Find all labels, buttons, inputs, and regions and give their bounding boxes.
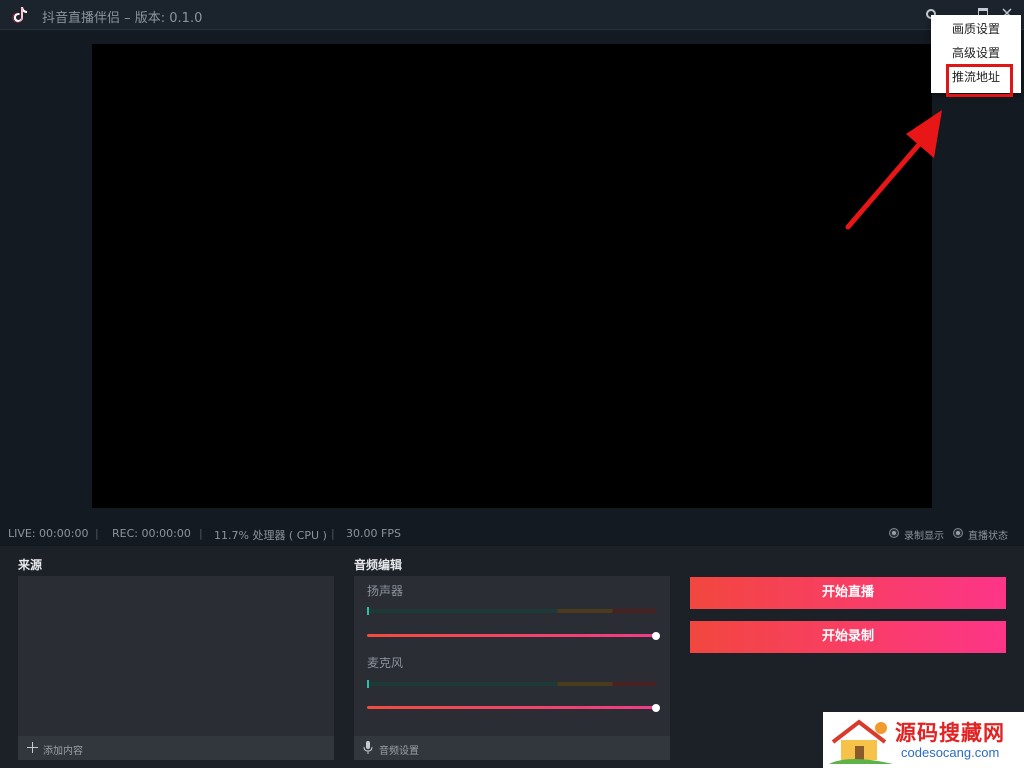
house-logo-icon [829, 719, 893, 764]
watermark-url: codesocang.com [901, 745, 1000, 760]
microphone-level-meter [367, 682, 656, 686]
microphone-icon [363, 741, 373, 754]
fps-readout: 30.00 FPS [346, 527, 401, 540]
speaker-volume-handle[interactable] [652, 632, 660, 640]
tiktok-logo-icon [12, 7, 27, 23]
live-status-radio[interactable] [953, 528, 963, 538]
highlight-box-annotation [946, 64, 1013, 97]
audio-mixer: 扬声器 麦克风 音频设置 [354, 576, 670, 760]
add-source-label: 添加内容 [43, 746, 83, 757]
microphone-volume-slider[interactable] [367, 706, 656, 709]
microphone-volume-handle[interactable] [652, 704, 660, 712]
cpu-usage: 11.7% 处理器 ( CPU ) [214, 529, 327, 542]
app-title: 抖音直播伴侣 – 版本: 0.1.0 [42, 11, 203, 26]
microphone-label: 麦克风 [367, 656, 404, 670]
start-live-button[interactable]: 开始直播 [690, 577, 1006, 609]
status-separator: | [199, 527, 203, 540]
speaker-label: 扬声器 [367, 584, 404, 598]
sources-list[interactable]: 添加内容 [18, 576, 334, 760]
audio-settings-label: 音频设置 [379, 746, 419, 757]
sources-title: 来源 [18, 558, 43, 572]
add-source-button[interactable]: 添加内容 [18, 736, 334, 760]
audio-settings-button[interactable]: 音频设置 [354, 736, 670, 760]
menu-item-quality-settings[interactable]: 画质设置 [931, 18, 1021, 40]
record-display-radio[interactable] [889, 528, 899, 538]
title-bar: 抖音直播伴侣 – 版本: 0.1.0 [0, 0, 1024, 30]
speaker-level-meter [367, 609, 656, 613]
status-separator: | [95, 527, 99, 540]
speaker-level-indicator [367, 607, 369, 615]
live-preview-canvas [92, 44, 932, 508]
status-separator: | [331, 527, 335, 540]
record-timer: REC: 00:00:00 [112, 527, 191, 540]
arrow-annotation [845, 110, 942, 230]
speaker-volume-slider[interactable] [367, 634, 656, 637]
start-record-button[interactable]: 开始录制 [690, 621, 1006, 653]
audio-title: 音频编辑 [354, 558, 403, 572]
plus-icon [27, 742, 38, 753]
watermark-title: 源码搜藏网 [895, 721, 1005, 745]
status-bar: LIVE: 00:00:00 | REC: 00:00:00 | 11.7% 处… [0, 520, 1024, 546]
watermark: 源码搜藏网 codesocang.com [823, 712, 1024, 768]
menu-item-advanced-settings[interactable]: 高级设置 [931, 42, 1021, 64]
live-timer: LIVE: 00:00:00 [8, 527, 89, 540]
microphone-level-indicator [367, 680, 369, 688]
record-display-label: 录制显示 [904, 531, 944, 542]
live-status-label: 直播状态 [968, 531, 1008, 542]
